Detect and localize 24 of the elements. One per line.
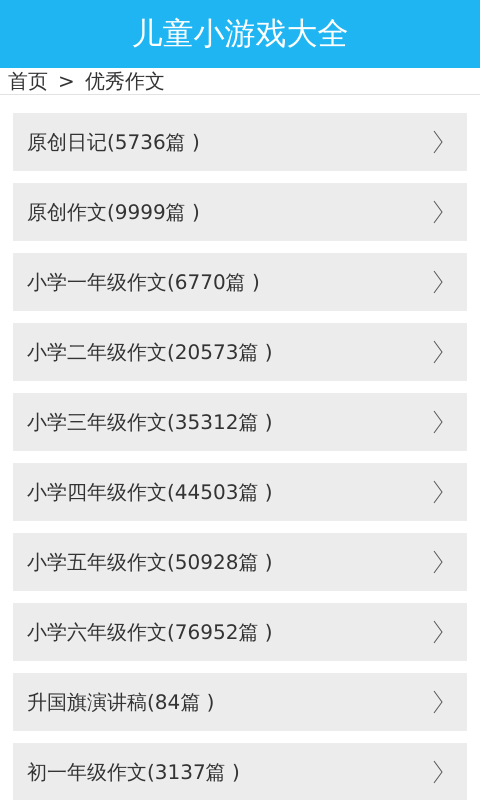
chevron-right-icon — [433, 130, 443, 154]
breadcrumb-separator: > — [58, 69, 75, 93]
chevron-right-icon — [433, 620, 443, 644]
category-item[interactable]: 原创作文(9999篇 ) — [13, 183, 467, 241]
category-item[interactable]: 升国旗演讲稿(84篇 ) — [13, 673, 467, 731]
category-item[interactable]: 小学一年级作文(6770篇 ) — [13, 253, 467, 311]
category-item[interactable]: 小学四年级作文(44503篇 ) — [13, 463, 467, 521]
category-item[interactable]: 小学六年级作文(76952篇 ) — [13, 603, 467, 661]
category-item[interactable]: 小学五年级作文(50928篇 ) — [13, 533, 467, 591]
chevron-right-icon — [433, 340, 443, 364]
chevron-right-icon — [433, 690, 443, 714]
breadcrumb-home-link[interactable]: 首页 — [8, 68, 48, 94]
category-item[interactable]: 小学三年级作文(35312篇 ) — [13, 393, 467, 451]
app-title: 儿童小游戏大全 — [132, 15, 348, 54]
chevron-right-icon — [433, 200, 443, 224]
category-item[interactable]: 小学二年级作文(20573篇 ) — [13, 323, 467, 381]
chevron-right-icon — [433, 550, 443, 574]
chevron-right-icon — [433, 760, 443, 784]
chevron-right-icon — [433, 480, 443, 504]
breadcrumb-current: 优秀作文 — [84, 68, 165, 94]
category-item[interactable]: 原创日记(5736篇 ) — [13, 113, 467, 171]
chevron-right-icon — [433, 410, 443, 434]
chevron-right-icon — [433, 270, 443, 294]
category-item[interactable]: 初一年级作文(3137篇 ) — [13, 743, 467, 800]
